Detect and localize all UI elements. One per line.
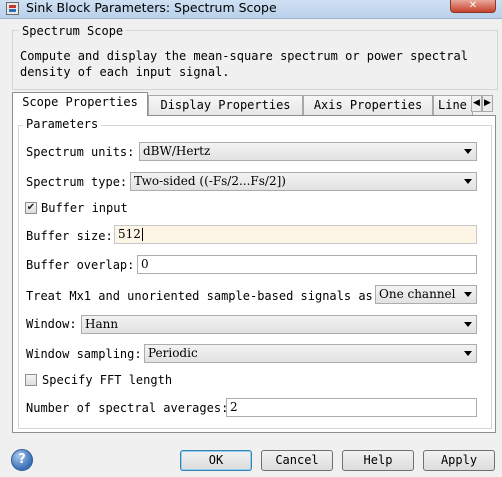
chevron-down-icon bbox=[464, 322, 472, 327]
num-spectral-averages-input[interactable]: 2 bbox=[226, 398, 477, 417]
apply-button[interactable]: Apply bbox=[423, 450, 495, 471]
spectrum-type-label: Spectrum type: bbox=[26, 175, 128, 189]
title-bar: Sink Block Parameters: Spectrum Scope ✕ bbox=[0, 0, 502, 19]
treat-mx1-dropdown[interactable]: One channel bbox=[375, 285, 477, 304]
checkmark-icon: ✔ bbox=[26, 202, 36, 213]
tab-scroll-right-button[interactable]: ▶ bbox=[482, 95, 493, 112]
chevron-down-icon bbox=[464, 351, 472, 356]
buffer-input-checkbox[interactable]: ✔ bbox=[25, 202, 37, 214]
num-spectral-averages-value: 2 bbox=[230, 400, 238, 414]
buffer-overlap-value: 0 bbox=[141, 257, 149, 271]
chevron-left-icon: ◀ bbox=[473, 98, 480, 108]
num-spectral-averages-label: Number of spectral averages: bbox=[26, 401, 229, 415]
specify-fft-length-checkbox[interactable] bbox=[25, 374, 37, 386]
window-sampling-dropdown[interactable]: Periodic bbox=[144, 344, 477, 363]
buffer-size-input[interactable]: 512 bbox=[114, 225, 477, 244]
spectrum-type-value: Two-sided ((-Fs/2...Fs/2]) bbox=[134, 174, 286, 188]
simulink-block-icon bbox=[6, 2, 19, 15]
buffer-size-label: Buffer size: bbox=[26, 229, 113, 243]
tab-display-properties[interactable]: Display Properties bbox=[148, 95, 303, 115]
chevron-down-icon bbox=[464, 149, 472, 154]
buffer-input-label[interactable]: Buffer input bbox=[41, 200, 128, 216]
buffer-overlap-input[interactable]: 0 bbox=[137, 255, 477, 274]
parameters-group-label: Parameters bbox=[23, 117, 102, 131]
chevron-right-icon: ▶ bbox=[484, 98, 491, 108]
window-label: Window: bbox=[26, 317, 77, 331]
window-sampling-value: Periodic bbox=[148, 346, 198, 360]
chevron-down-icon bbox=[464, 292, 472, 297]
tab-strip: Scope Properties Display Properties Axis… bbox=[12, 92, 496, 116]
window-sampling-label: Window sampling: bbox=[26, 347, 142, 361]
window-value: Hann bbox=[85, 317, 119, 331]
spectrum-units-dropdown[interactable]: dBW/Hertz bbox=[139, 142, 477, 161]
block-description-text: Compute and display the mean-square spec… bbox=[20, 49, 468, 79]
cancel-button[interactable]: Cancel bbox=[261, 450, 333, 471]
chevron-down-icon bbox=[464, 179, 472, 184]
window-title: Sink Block Parameters: Spectrum Scope bbox=[26, 0, 277, 15]
close-icon: ✕ bbox=[468, 0, 478, 11]
spectrum-units-value: dBW/Hertz bbox=[143, 144, 211, 158]
spectrum-type-dropdown[interactable]: Two-sided ((-Fs/2...Fs/2]) bbox=[130, 172, 477, 191]
ok-button[interactable]: OK bbox=[180, 450, 252, 471]
text-caret bbox=[141, 228, 143, 241]
tab-axis-properties[interactable]: Axis Properties bbox=[303, 95, 433, 115]
tab-scope-properties[interactable]: Scope Properties bbox=[12, 92, 148, 116]
spectrum-units-label: Spectrum units: bbox=[26, 145, 135, 159]
buffer-overlap-label: Buffer overlap: bbox=[26, 258, 135, 272]
treat-mx1-value: One channel bbox=[379, 287, 456, 301]
block-name-label: Spectrum Scope bbox=[19, 24, 127, 38]
help-button[interactable]: Help bbox=[342, 450, 414, 471]
tab-scroll-left-button[interactable]: ◀ bbox=[471, 95, 482, 112]
close-button[interactable]: ✕ bbox=[450, 0, 496, 13]
window-dropdown[interactable]: Hann bbox=[81, 315, 477, 334]
treat-mx1-label: Treat Mx1 and unoriented sample-based si… bbox=[26, 289, 381, 303]
help-icon[interactable]: ? bbox=[11, 449, 33, 471]
specify-fft-length-label[interactable]: Specify FFT length bbox=[42, 372, 172, 388]
buffer-size-value: 512 bbox=[118, 227, 141, 241]
tab-line-properties[interactable]: Line bbox=[433, 95, 473, 115]
help-icon-glyph: ? bbox=[18, 452, 26, 467]
